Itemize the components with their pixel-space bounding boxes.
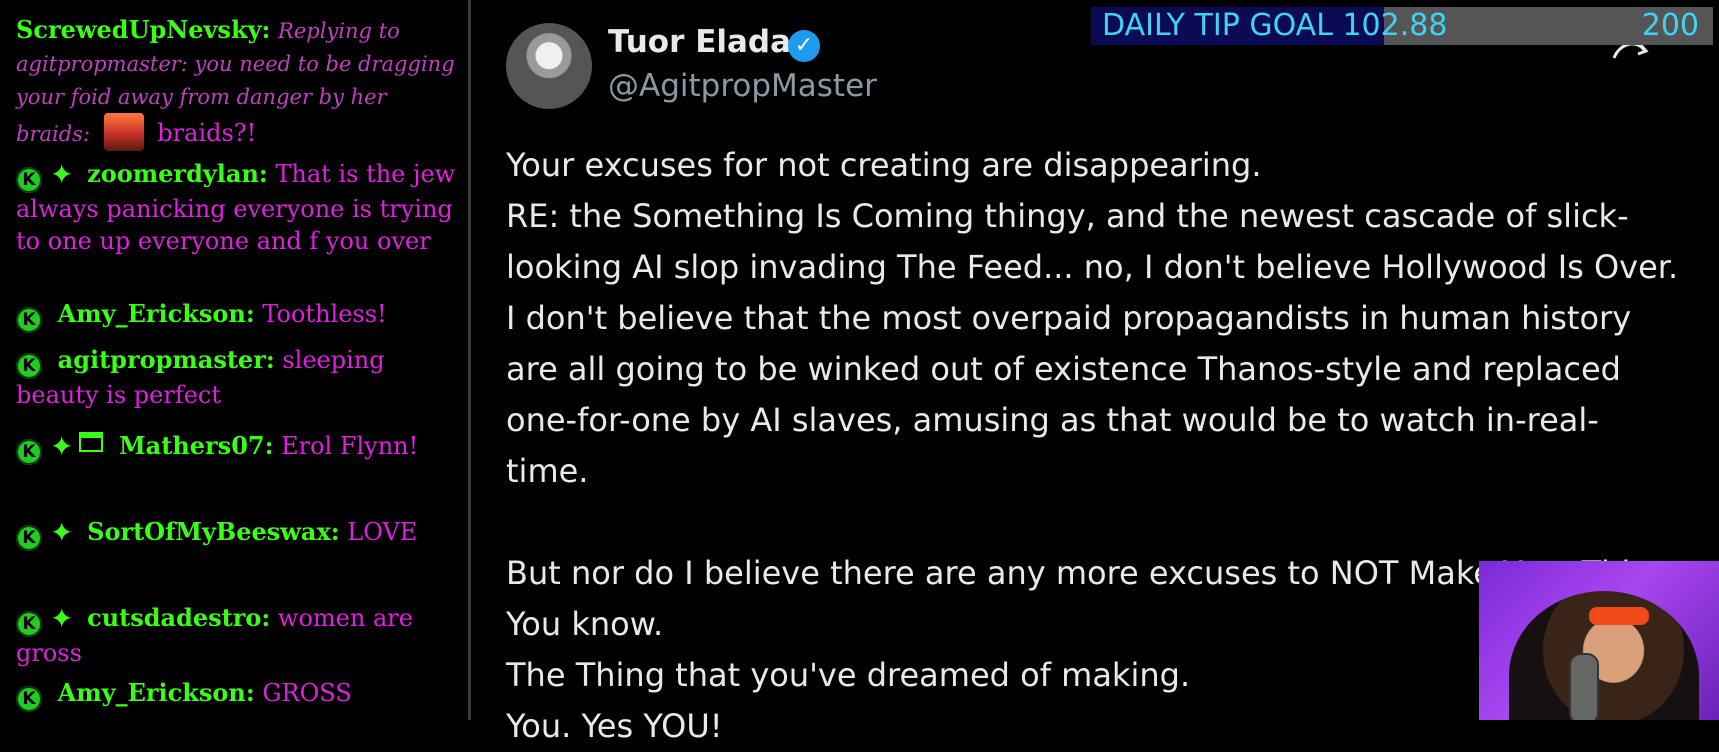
sparkle-badge-icon: ✦ (50, 602, 74, 635)
chat-message: K agitpropmaster: sleeping beauty is per… (16, 344, 456, 411)
tip-goal-target: 200 (1641, 8, 1699, 43)
tip-goal-current: 102.88 (1342, 8, 1448, 43)
verified-badge-icon: ✓ (788, 30, 820, 62)
chat-username: Amy_Erickson: (57, 299, 255, 328)
kick-badge-icon: K (16, 307, 42, 333)
chat-text: GROSS (262, 679, 352, 707)
sunglasses (1589, 607, 1649, 625)
tweet-line: time. (506, 452, 589, 490)
tweet-line: are all going to be winked out of existe… (506, 350, 1621, 388)
kick-badge-icon: K (16, 439, 42, 465)
microphone-icon (1569, 653, 1599, 720)
sparkle-badge-icon: ✦ (50, 158, 74, 191)
chat-text: Erol Flynn! (281, 432, 419, 460)
chat-message: K ✦ zoomerdylan: That is the jew always p… (16, 158, 456, 257)
chat-username: zoomerdylan: (87, 159, 268, 188)
chat-message: K Amy_Erickson: GROSS (16, 677, 456, 712)
kick-badge-icon: K (16, 525, 42, 551)
sparkle-badge-icon: ✦ (50, 516, 74, 549)
webcam-overlay (1479, 561, 1719, 720)
tweet-line: RE: the Something Is Coming thingy, and … (506, 197, 1629, 235)
tweet-line-blank (506, 497, 1686, 548)
chat-message: ScrewedUpNevsky: Replying to agitpropmas… (16, 14, 456, 151)
chat-username: ScrewedUpNevsky: (16, 15, 271, 44)
emote-icon (103, 113, 144, 151)
kick-badge-icon: K (16, 167, 42, 193)
chat-username: agitpropmaster: (57, 345, 275, 374)
tip-goal-bar: DAILY TIP GOAL 102.88 200 (1091, 7, 1713, 45)
chat-username: SortOfMyBeeswax: (87, 517, 340, 546)
chat-username: Mathers07: (119, 431, 274, 460)
avatar[interactable] (506, 23, 592, 109)
chat-username: cutsdadestro: (87, 603, 271, 632)
chat-panel: ScrewedUpNevsky: Replying to agitpropmas… (0, 0, 468, 720)
chat-message: K ✦ Mathers07: Erol Flynn! (16, 430, 456, 465)
kick-badge-icon: K (16, 611, 42, 637)
user-handle[interactable]: @AgitpropMaster (608, 68, 877, 104)
sparkle-badge-icon: ✦ (50, 430, 74, 463)
tweet-line: one-for-one by AI slaves, amusing as tha… (506, 401, 1599, 439)
chat-username: Amy_Erickson: (57, 678, 255, 707)
tweet-line: looking AI slop invading The Feed... no,… (506, 248, 1679, 286)
chat-text: LOVE (347, 518, 418, 546)
tip-goal-title: DAILY TIP GOAL (1102, 8, 1333, 43)
kick-badge-icon: K (16, 686, 42, 712)
kick-badge-icon: K (16, 353, 42, 379)
chat-message: K ✦ SortOfMyBeeswax: LOVE (16, 516, 456, 551)
gift-badge-icon (79, 432, 104, 452)
chat-message: K ✦ cutsdadestro: women are gross (16, 602, 456, 669)
tip-goal-label: DAILY TIP GOAL 102.88 (1102, 7, 1447, 45)
display-name[interactable]: Tuor Eladar (608, 24, 806, 60)
chat-message: K Amy_Erickson: Toothless! (16, 298, 456, 333)
tweet-line: Your excuses for not creating are disapp… (506, 146, 1262, 184)
chat-text: Toothless! (262, 300, 387, 328)
tweet-line: I don't believe that the most overpaid p… (506, 299, 1632, 337)
chat-text: braids?! (157, 119, 257, 147)
